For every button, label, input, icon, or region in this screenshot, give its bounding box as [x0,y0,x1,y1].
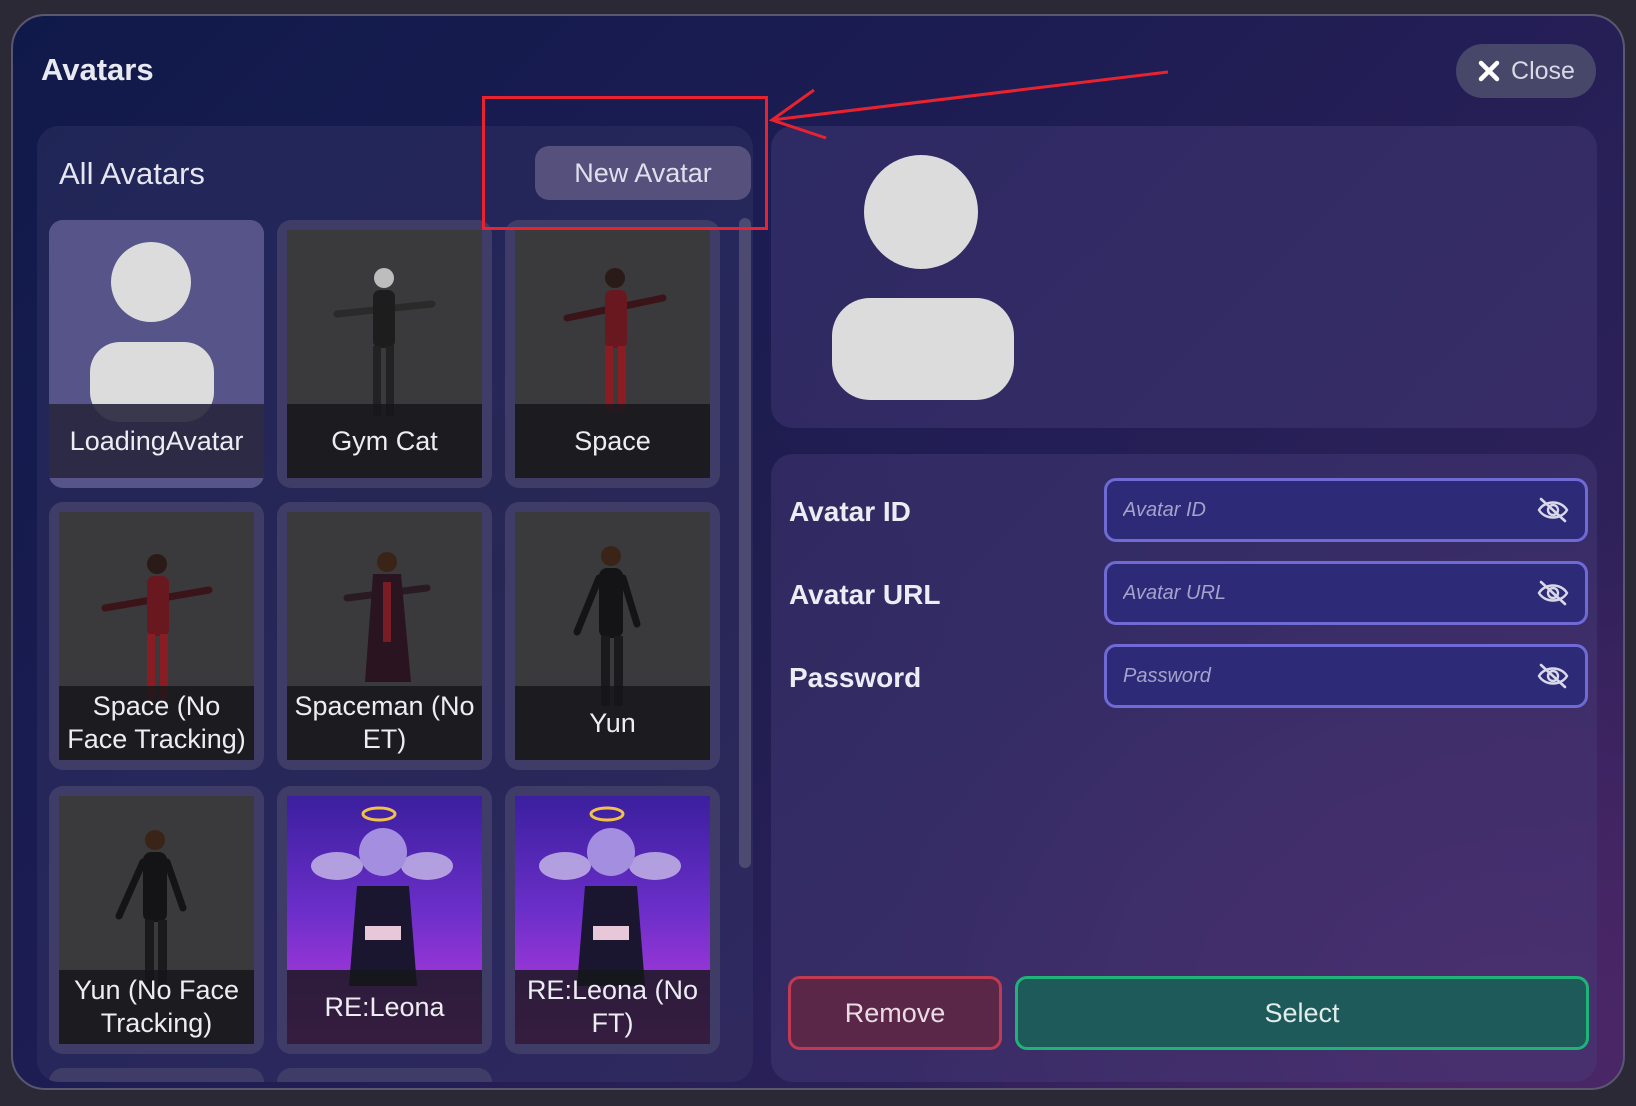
password-field[interactable] [1104,644,1588,708]
modal-title: Avatars [41,52,154,87]
avatar-url-input[interactable] [1123,581,1537,605]
avatar-tile[interactable] [49,1068,264,1082]
list-title: All Avatars [59,156,205,191]
avatar-tile[interactable] [277,1068,492,1082]
avatar-id-field[interactable] [1104,478,1588,542]
avatar-tile[interactable]: LoadingAvatar [49,220,264,488]
password-label: Password [789,662,922,693]
avatar-name: Space [515,404,710,478]
select-button[interactable]: Select [1015,976,1589,1050]
avatar-tile[interactable]: Gym Cat [277,220,492,488]
eye-off-icon[interactable] [1537,496,1569,524]
avatar-tile[interactable]: RE:Leona [277,786,492,1054]
avatar-preview-panel [771,126,1597,428]
avatar-name: Yun [515,686,710,760]
avatar-name: LoadingAvatar [49,404,264,478]
avatar-tile[interactable]: Space [505,220,720,488]
avatar-tile[interactable]: RE:Leona (No FT) [505,786,720,1054]
avatar-list-panel: All Avatars New Avatar LoadingAvatar Gym… [37,126,753,1082]
avatar-id-input[interactable] [1123,498,1537,522]
close-button[interactable]: Close [1456,44,1596,98]
close-icon [1478,60,1500,82]
avatars-modal: Avatars Close All Avatars New Avatar Loa… [11,14,1625,1090]
avatar-url-label: Avatar URL [789,579,941,610]
avatar-id-label: Avatar ID [789,496,911,527]
remove-button[interactable]: Remove [788,976,1002,1050]
avatar-tile[interactable]: Spaceman (No ET) [277,502,492,770]
avatar-details-form: Avatar ID Avatar URL Password [771,454,1597,1082]
user-silhouette-icon [832,155,1014,400]
eye-off-icon[interactable] [1537,579,1569,607]
avatar-name: RE:Leona [287,970,482,1044]
avatar-tile[interactable]: Space (No Face Tracking) [49,502,264,770]
password-input[interactable] [1123,664,1537,688]
new-avatar-button[interactable]: New Avatar [535,146,751,200]
list-scrollbar[interactable] [739,218,751,868]
avatar-name: Spaceman (No ET) [287,686,482,760]
avatar-tile[interactable]: Yun (No Face Tracking) [49,786,264,1054]
avatar-name: RE:Leona (No FT) [515,970,710,1044]
avatar-name: Yun (No Face Tracking) [59,970,254,1044]
avatar-name: Gym Cat [287,404,482,478]
avatar-name: Space (No Face Tracking) [59,686,254,760]
avatar-tile[interactable]: Yun [505,502,720,770]
close-button-label: Close [1511,56,1575,85]
eye-off-icon[interactable] [1537,662,1569,690]
avatar-url-field[interactable] [1104,561,1588,625]
